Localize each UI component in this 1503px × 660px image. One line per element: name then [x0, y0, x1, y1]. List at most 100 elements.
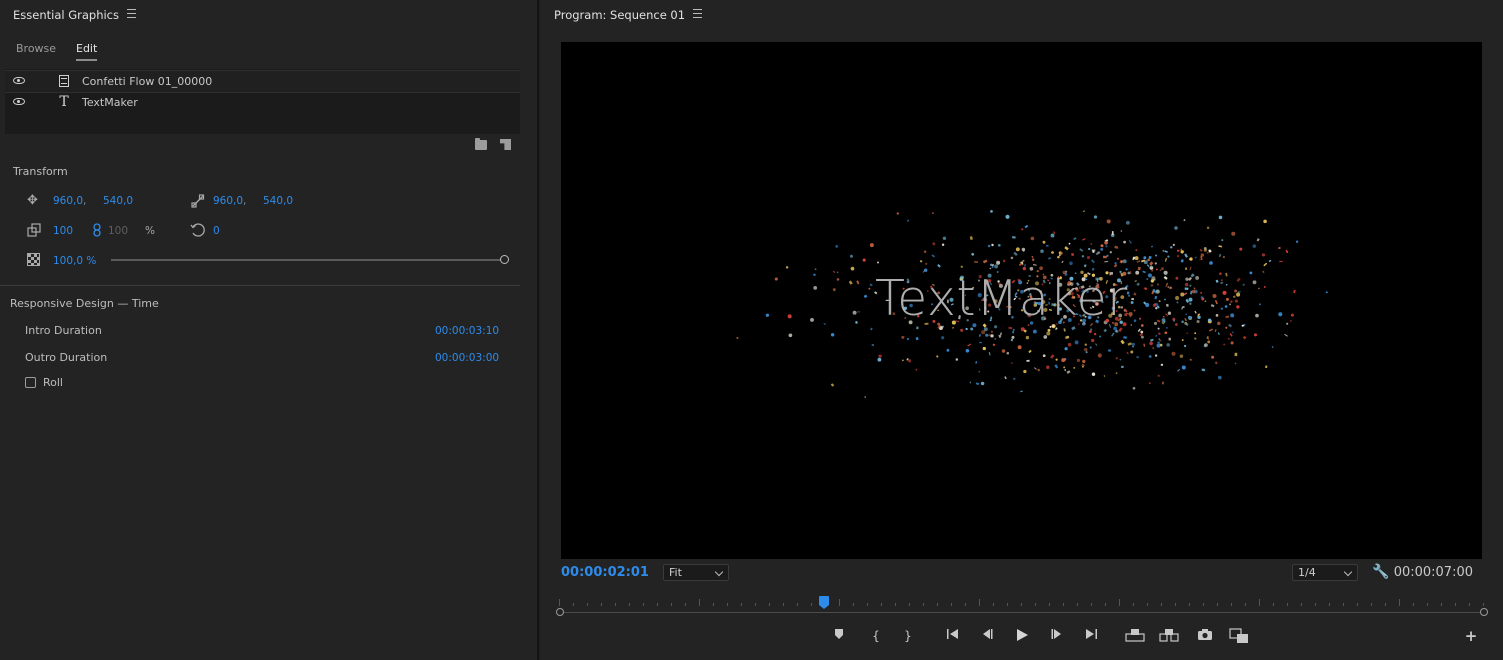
layer-name: TextMaker — [82, 96, 138, 109]
panel-menu-icon[interactable] — [127, 9, 136, 18]
confetti-particle — [1130, 350, 1134, 354]
confetti-particle — [906, 219, 910, 222]
confetti-particle — [1097, 353, 1102, 358]
anchor-y-value[interactable]: 540,0 — [263, 195, 293, 207]
panel-menu-icon[interactable] — [693, 9, 703, 18]
ruler-tick — [573, 603, 574, 606]
confetti-particle — [1252, 280, 1257, 285]
layer-row[interactable]: T TextMaker — [5, 92, 520, 113]
confetti-particle — [1161, 318, 1166, 322]
new-layer-icon[interactable] — [500, 139, 511, 150]
step-forward-icon[interactable] — [1049, 628, 1065, 644]
confetti-particle — [1217, 321, 1221, 326]
layer-name: Confetti Flow 01_00000 — [82, 75, 213, 88]
tab-browse[interactable]: Browse — [16, 42, 56, 55]
confetti-particle — [1001, 349, 1006, 353]
confetti-particle — [1013, 251, 1018, 257]
confetti-particle — [1126, 351, 1129, 355]
rotation-value[interactable]: 0 — [213, 225, 220, 237]
confetti-particle — [1188, 276, 1192, 281]
confetti-particle — [877, 261, 879, 264]
play-icon[interactable] — [1014, 628, 1030, 644]
lift-icon[interactable] — [1125, 628, 1145, 644]
current-timecode[interactable]: 00:00:02:01 — [561, 565, 649, 580]
confetti-particle — [978, 334, 981, 337]
playhead[interactable] — [818, 596, 829, 609]
confetti-particle — [869, 283, 873, 287]
tab-edit[interactable]: Edit — [76, 42, 98, 61]
new-group-icon[interactable] — [475, 138, 487, 150]
eye-icon[interactable] — [13, 77, 25, 84]
confetti-particle — [1207, 318, 1212, 322]
confetti-particle — [985, 333, 989, 337]
confetti-particle — [1082, 238, 1086, 241]
confetti-particle — [1082, 365, 1084, 368]
position-x-value[interactable]: 960,0 — [53, 195, 83, 207]
confetti-particle — [1006, 351, 1010, 355]
go-to-in-icon[interactable] — [945, 628, 961, 644]
position-y-value[interactable]: 540,0 — [103, 195, 133, 207]
confetti-particle — [1154, 291, 1157, 294]
timeline-ruler[interactable] — [556, 596, 1488, 618]
confetti-particle — [915, 336, 919, 341]
outro-duration-value[interactable]: 00:00:03:00 — [435, 352, 499, 364]
confetti-particle — [1114, 245, 1119, 250]
go-to-out-icon[interactable] — [1083, 628, 1099, 644]
step-back-icon[interactable] — [979, 628, 995, 644]
scale-width-value: 100 — [108, 225, 129, 237]
confetti-particle — [1148, 382, 1151, 385]
confetti-particle — [1146, 278, 1149, 280]
confetti-particle — [1092, 250, 1095, 253]
add-button-icon[interactable]: + — [1464, 628, 1478, 644]
confetti-particle — [1010, 362, 1013, 364]
confetti-particle — [946, 348, 950, 352]
wrench-icon[interactable]: 🔧 — [1372, 564, 1389, 580]
confetti-particle — [1155, 254, 1158, 257]
confetti-particle — [987, 244, 991, 248]
playback-resolution-dropdown[interactable]: 1/4 — [1292, 564, 1358, 581]
confetti-particle — [1091, 372, 1096, 376]
opacity-value[interactable]: 100,0 % — [53, 255, 96, 267]
ruler-tick — [993, 603, 994, 606]
mark-in-icon[interactable]: { — [869, 628, 883, 644]
confetti-particle — [1131, 297, 1135, 301]
confetti-particle — [1090, 242, 1093, 246]
confetti-particle — [1093, 215, 1098, 219]
confetti-particle — [937, 264, 941, 268]
confetti-particle — [1147, 273, 1152, 278]
confetti-particle — [952, 326, 955, 329]
in-point-handle[interactable] — [556, 608, 564, 616]
eye-icon[interactable] — [13, 98, 25, 105]
mark-out-icon[interactable]: } — [901, 628, 915, 644]
comparison-view-icon[interactable] — [1229, 628, 1249, 644]
confetti-particle — [1180, 250, 1184, 254]
confetti-particle — [1194, 310, 1197, 314]
opacity-slider-handle[interactable] — [500, 255, 509, 264]
confetti-particle — [1189, 266, 1192, 271]
link-icon[interactable] — [92, 223, 102, 237]
scale-value[interactable]: 100 — [53, 225, 73, 237]
ruler-tick — [643, 603, 644, 606]
ruler-tick — [783, 603, 784, 606]
intro-duration-value[interactable]: 00:00:03:10 — [435, 325, 499, 337]
video-preview[interactable]: TextMaker — [561, 42, 1482, 559]
confetti-particle — [1089, 330, 1092, 333]
confetti-particle — [1194, 332, 1197, 335]
out-point-handle[interactable] — [1480, 608, 1488, 616]
ruler-tick — [1133, 603, 1134, 606]
zoom-level-dropdown[interactable]: Fit — [663, 564, 729, 581]
confetti-particle — [1104, 240, 1108, 245]
layer-row[interactable]: Confetti Flow 01_00000 — [5, 70, 520, 93]
confetti-particle — [1263, 286, 1266, 288]
roll-checkbox[interactable] — [25, 377, 36, 388]
confetti-particle — [994, 338, 997, 340]
opacity-slider-track[interactable] — [111, 259, 504, 261]
zoom-level-value: Fit — [669, 566, 682, 579]
extract-icon[interactable] — [1159, 628, 1179, 644]
export-frame-icon[interactable] — [1196, 628, 1214, 644]
confetti-particle — [1223, 343, 1226, 346]
confetti-particle — [832, 270, 836, 274]
confetti-particle — [814, 268, 817, 271]
marker-icon[interactable] — [832, 628, 846, 644]
anchor-x-value[interactable]: 960,0 — [213, 195, 243, 207]
